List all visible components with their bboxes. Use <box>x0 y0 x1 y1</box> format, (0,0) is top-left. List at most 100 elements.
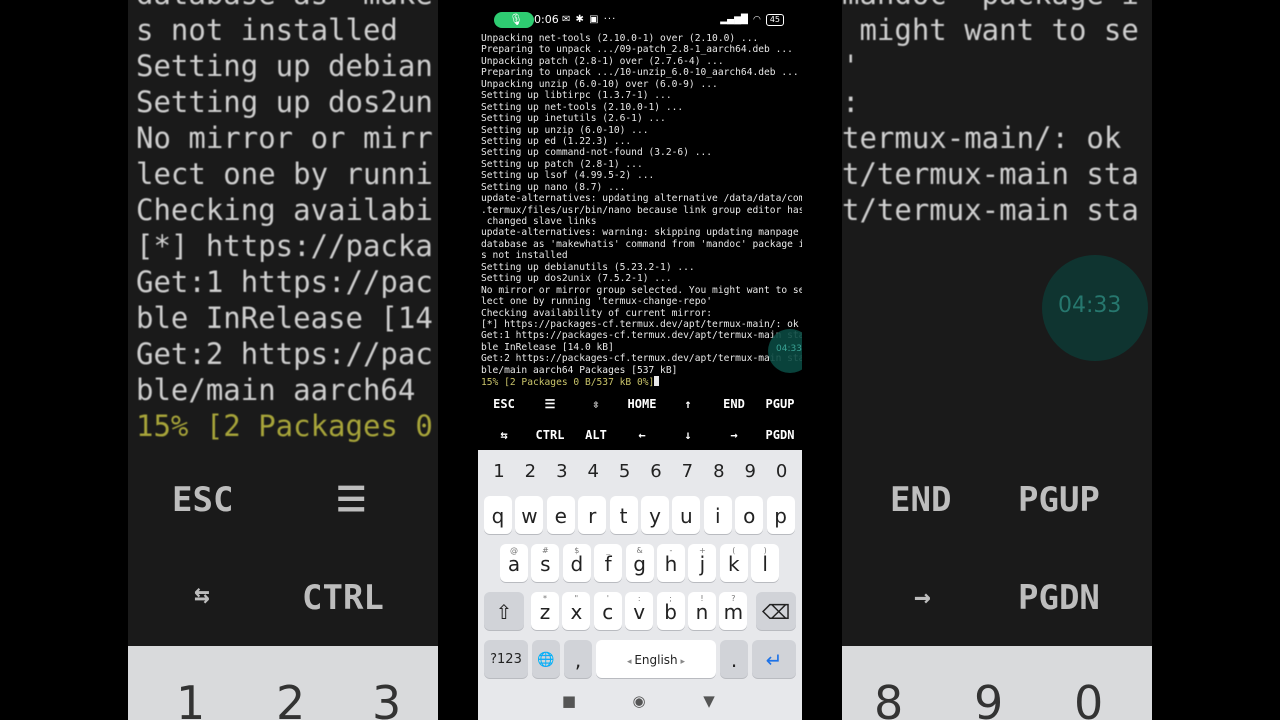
bg-pgdn-label: PGDN <box>1018 578 1100 618</box>
bg-terminal-line: t/termux-main sta <box>842 193 1139 227</box>
terminal-line: Setting up net-tools (2.10.0-1) ... <box>481 101 684 113</box>
bg-terminal-line: t/termux-main sta <box>842 157 1139 191</box>
pgdn-key[interactable]: PGDN <box>757 421 802 449</box>
number-key-7[interactable]: 7 <box>672 458 702 486</box>
number-key-2[interactable]: 2 <box>515 458 545 486</box>
key-p[interactable]: p <box>766 496 795 534</box>
comma-key[interactable]: , <box>564 640 592 678</box>
terminal-line: Setting up nano (8.7) ... <box>481 181 626 193</box>
back-icon[interactable]: ▼ <box>700 692 718 710</box>
key-hint: ! <box>700 594 704 603</box>
key-j[interactable]: + j <box>688 544 717 582</box>
number-key-5[interactable]: 5 <box>610 458 640 486</box>
bg-terminal-line: might want to se <box>842 13 1139 47</box>
bg-terminal-line: : <box>842 85 860 119</box>
key-q[interactable]: q <box>484 496 512 534</box>
terminal-line: Setting up libtirpc (1.3.7-1) ... <box>481 90 672 102</box>
enter-key[interactable]: ↵ <box>752 640 796 678</box>
bg-terminal-line: Setting up dos2un <box>136 85 433 119</box>
bg-terminal-line: No mirror or mirr <box>136 121 433 155</box>
esc-key[interactable]: ESC <box>481 390 527 418</box>
key-r[interactable]: r <box>578 496 607 534</box>
key-hint: # <box>542 546 549 555</box>
terminal-line: lect one by running 'termux-change-repo' <box>481 296 713 308</box>
space-bar[interactable]: ◂ English ▸ <box>596 640 716 678</box>
terminal-line: Setting up dos2unix (7.5.2-1) ... <box>481 273 672 285</box>
key-s[interactable]: # s <box>531 544 560 582</box>
key-l[interactable]: ) l <box>751 544 780 582</box>
pgup-key[interactable]: PGUP <box>757 390 802 418</box>
number-key-0[interactable]: 0 <box>767 458 797 486</box>
recents-icon[interactable]: ■ <box>560 692 578 710</box>
backspace-key[interactable]: ⌫ <box>756 592 796 630</box>
bg-digit: 0 <box>1074 676 1104 720</box>
key-m[interactable]: ? m <box>719 592 748 630</box>
ctrl-key[interactable]: CTRL <box>527 421 573 449</box>
terminal-line: [*] https://packages-cf.termux.dev/apt/t… <box>481 318 799 330</box>
key-k[interactable]: (k <box>719 544 748 582</box>
key-w[interactable]: w <box>515 496 544 534</box>
key-x[interactable]: " x <box>562 592 591 630</box>
number-key-8[interactable]: 8 <box>704 458 734 486</box>
tab-key[interactable]: ⇆ <box>481 421 527 449</box>
notification-icons: ✉ ✱ ▣ ··· <box>562 14 617 25</box>
key-letter: l <box>762 552 768 576</box>
key-letter: m <box>723 600 744 624</box>
key-hint: ' <box>606 594 609 603</box>
terminal-output[interactable]: Unpacking net-tools (2.10.0-1) over (2.1… <box>481 33 802 389</box>
terminal-line: No mirror or mirror group selected. You … <box>481 284 802 296</box>
number-key-9[interactable]: 9 <box>735 458 765 486</box>
bg-digit: 8 <box>874 676 904 720</box>
globe-key[interactable]: 🌐 <box>532 640 560 678</box>
right-arrow-key[interactable]: → <box>711 421 757 449</box>
number-key-4[interactable]: 4 <box>578 458 608 486</box>
key-u[interactable]: u <box>672 496 701 534</box>
key-n[interactable]: ! n <box>688 592 716 630</box>
bg-menu-label: ☰ <box>336 480 367 520</box>
number-key-3[interactable]: 3 <box>547 458 577 486</box>
key-g[interactable]: & g <box>625 544 654 582</box>
key-t[interactable]: t <box>609 496 638 534</box>
key-hint: ) <box>763 546 767 555</box>
terminal-line: changed slave links <box>481 216 597 227</box>
key-z[interactable]: * z <box>531 592 559 630</box>
up-arrow-key[interactable]: ↑ <box>665 390 711 418</box>
key-h[interactable]: -h <box>657 544 685 582</box>
left-arrow-key[interactable]: ← <box>619 421 665 449</box>
scroll-key[interactable]: ⇳ <box>573 390 619 418</box>
down-arrow-key[interactable]: ↓ <box>665 421 711 449</box>
number-key-1[interactable]: 1 <box>484 458 514 486</box>
key-a[interactable]: @ a <box>500 544 528 582</box>
home-icon[interactable]: ◉ <box>630 692 648 710</box>
end-key[interactable]: END <box>711 390 757 418</box>
status-right-icons: ▂▄▆█ ◠ 45 <box>720 12 784 28</box>
bg-end-label: END <box>890 480 952 520</box>
key-hint: $ <box>574 546 580 555</box>
key-i[interactable]: i <box>703 496 732 534</box>
bg-digit: 1 <box>176 676 206 720</box>
shift-key[interactable]: ⇧ <box>484 592 524 630</box>
progress-text: 15% [2 Packages 0 B/537 kB 0%] <box>481 377 655 389</box>
termux-extra-keys: ESC ⇆ ☰ CTRL ⇳ ALT HOME ← ↑ ↓ END → PGUP PGDN <box>478 390 802 450</box>
alt-key[interactable]: ALT <box>573 421 619 449</box>
key-v[interactable]: :v <box>625 592 654 630</box>
key-b[interactable]: ; b <box>656 592 685 630</box>
key-c[interactable]: ' c <box>593 592 622 630</box>
key-letter: a <box>507 552 521 576</box>
key-o[interactable]: o <box>735 496 764 534</box>
drawer-key[interactable]: ☰ <box>527 390 573 418</box>
chevron-right-icon: ▸ <box>677 657 686 667</box>
bg-digit: 9 <box>974 676 1004 720</box>
bg-terminal-line: Setting up debian <box>136 49 433 83</box>
key-d[interactable]: $ d <box>562 544 591 582</box>
bg-ctrl-label: CTRL <box>302 578 384 618</box>
key-f[interactable]: _ f <box>594 544 623 582</box>
home-key[interactable]: HOME <box>619 390 665 418</box>
key-y[interactable]: y <box>641 496 669 534</box>
terminal-line: Unpacking patch (2.8-1) over (2.7.6-4) .… <box>481 55 724 67</box>
key-letter: s <box>540 552 551 576</box>
symbols-key[interactable]: ?123 <box>484 640 528 678</box>
period-key[interactable]: . <box>720 640 748 678</box>
key-e[interactable]: e <box>546 496 575 534</box>
number-key-6[interactable]: 6 <box>641 458 671 486</box>
